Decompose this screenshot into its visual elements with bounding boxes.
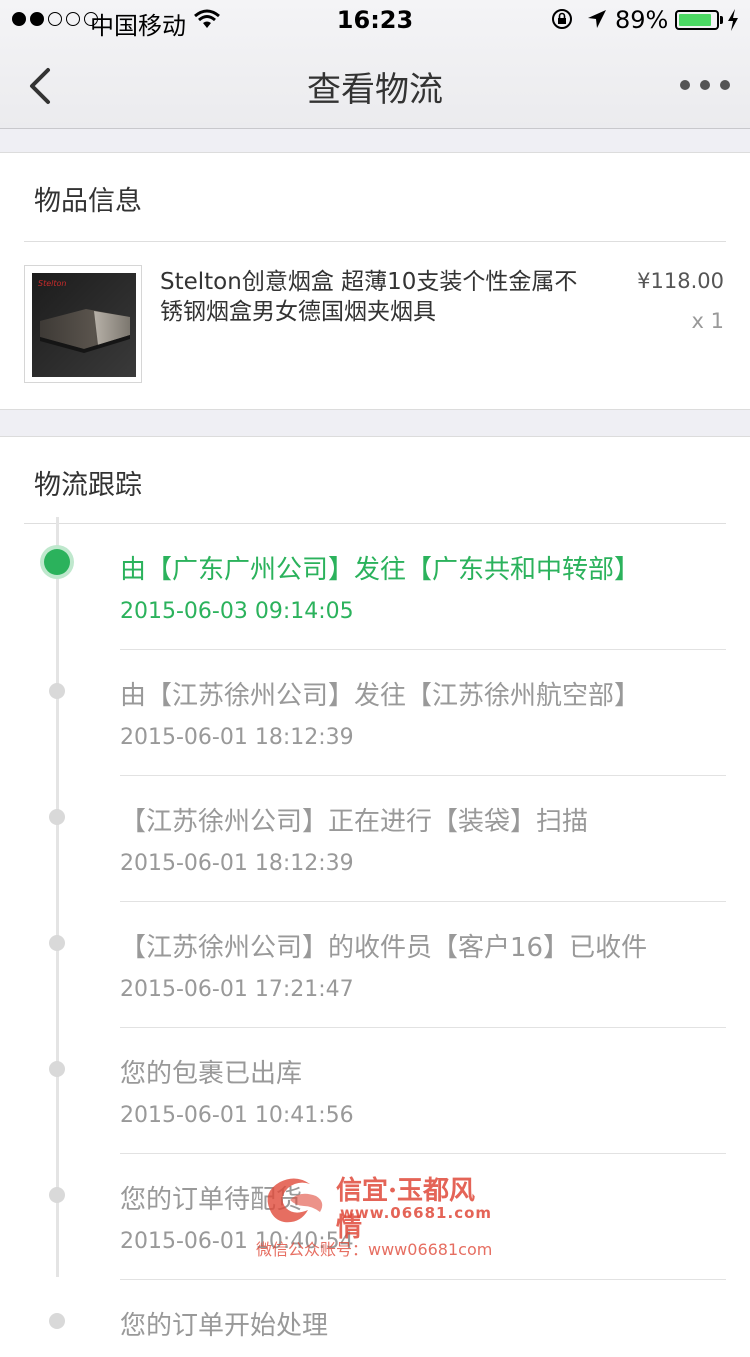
event-description: 您的订单开始处理 xyxy=(120,1311,329,1341)
divider xyxy=(24,523,726,524)
product-name[interactable]: Stelton创意烟盒 超薄10支装个性金属不锈钢烟盒男女德国烟夹烟具 xyxy=(160,267,600,327)
event-description: 【江苏徐州公司】正在进行【装袋】扫描 xyxy=(120,807,589,837)
tracking-event: 您的包裹已出库 2015-06-01 10:41:56 xyxy=(0,1029,750,1155)
location-arrow-icon xyxy=(588,10,606,28)
tracking-event: 您的订单开始处理 xyxy=(0,1281,750,1341)
timeline-dot-icon xyxy=(49,809,65,825)
divider xyxy=(120,1279,726,1280)
product-quantity: x 1 xyxy=(691,309,724,333)
tracking-card: 物流跟踪 由【广东广州公司】发往【广东共和中转部】 2015-06-03 09:… xyxy=(0,436,750,1357)
goods-section-title: 物品信息 xyxy=(34,186,142,217)
divider xyxy=(120,1153,726,1154)
tracking-event: 【江苏徐州公司】的收件员【客户16】已收件 2015-06-01 17:21:4… xyxy=(0,903,750,1029)
event-time: 2015-06-01 18:12:39 xyxy=(120,851,354,876)
event-time: 2015-06-01 18:12:39 xyxy=(120,725,354,750)
battery-level-fill xyxy=(679,14,711,26)
top-bar: 中国移动 16:23 89% 查看物流 xyxy=(0,0,750,129)
product-price: ¥118.00 xyxy=(637,269,724,293)
timeline-dot-icon xyxy=(49,1187,65,1203)
event-time: 2015-06-01 10:41:56 xyxy=(120,1103,354,1128)
battery-percent: 89% xyxy=(615,6,669,34)
tracking-event: 由【广东广州公司】发往【广东共和中转部】 2015-06-03 09:14:05 xyxy=(0,525,750,651)
event-description: 您的包裹已出库 xyxy=(120,1059,303,1089)
status-bar: 中国移动 16:23 89% xyxy=(0,0,750,40)
event-description: 由【江苏徐州公司】发往【江苏徐州航空部】 xyxy=(120,681,641,711)
tracking-event: 【江苏徐州公司】正在进行【装袋】扫描 2015-06-01 18:12:39 xyxy=(0,777,750,903)
product-image-brand: Stelton xyxy=(38,279,67,288)
product-thumbnail[interactable]: Stelton xyxy=(24,265,142,383)
event-description: 【江苏徐州公司】的收件员【客户16】已收件 xyxy=(120,933,648,963)
tracking-section-title: 物流跟踪 xyxy=(34,470,142,501)
timeline-dot-icon xyxy=(49,935,65,951)
timeline-dot-icon xyxy=(49,1061,65,1077)
tracking-event: 由【江苏徐州公司】发往【江苏徐州航空部】 2015-06-01 18:12:39 xyxy=(0,651,750,777)
page-title: 查看物流 xyxy=(307,70,443,110)
divider xyxy=(120,649,726,650)
event-description: 您的订单待配货 xyxy=(120,1185,303,1215)
timeline-dot-icon xyxy=(49,683,65,699)
event-time: 2015-06-01 10:40:54 xyxy=(120,1229,354,1254)
event-time: 2015-06-03 09:14:05 xyxy=(120,599,354,624)
battery-icon xyxy=(675,10,719,30)
goods-info-card: 物品信息 Stelton Stelton创意烟盒 超薄10支装个性金属不锈钢烟盒… xyxy=(0,152,750,410)
tracking-event: 您的订单待配货 2015-06-01 10:40:54 xyxy=(0,1155,750,1281)
divider xyxy=(120,901,726,902)
product-image: Stelton xyxy=(32,273,136,377)
divider xyxy=(120,775,726,776)
timeline-active-dot-icon xyxy=(44,549,70,575)
charging-bolt-icon xyxy=(728,9,738,31)
back-button[interactable] xyxy=(22,64,66,108)
timeline-dot-icon xyxy=(49,1313,65,1329)
divider xyxy=(24,241,726,242)
rotation-lock-icon xyxy=(552,9,572,29)
event-description: 由【广东广州公司】发往【广东共和中转部】 xyxy=(120,555,641,585)
more-dots-icon[interactable] xyxy=(680,70,730,100)
event-time: 2015-06-01 17:21:47 xyxy=(120,977,354,1002)
divider xyxy=(120,1027,726,1028)
